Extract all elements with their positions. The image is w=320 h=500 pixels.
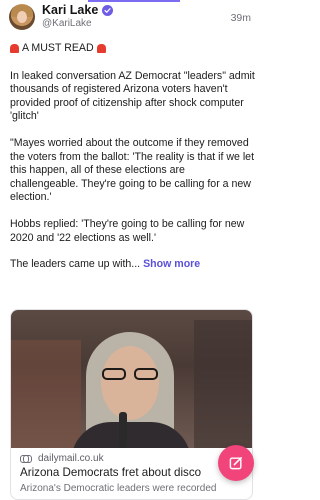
- headline-line: A MUST READ: [10, 42, 256, 56]
- paragraph-leaders: The leaders came up with... Show more: [10, 258, 256, 272]
- link-title[interactable]: Arizona Democrats fret about disco: [20, 466, 240, 479]
- author-handle[interactable]: @KariLake: [42, 18, 92, 29]
- glasses-left-lens: [102, 368, 126, 380]
- truncated-text: The leaders came up with...: [10, 258, 141, 271]
- headline-text: A MUST READ: [22, 42, 94, 54]
- author-name[interactable]: Kari Lake: [42, 3, 98, 17]
- photo-glasses: [102, 368, 158, 382]
- police-light-icon: [96, 44, 106, 54]
- link-preview-image: [11, 310, 252, 448]
- glasses-right-lens: [134, 368, 158, 380]
- link-preview-card[interactable]: dailymail.co.uk Arizona Democrats fret a…: [10, 309, 253, 500]
- show-more-link[interactable]: Show more: [143, 258, 200, 270]
- edit-icon: [229, 457, 242, 470]
- author-name-row: Kari Lake: [42, 3, 114, 17]
- link-domain-row: dailymail.co.uk: [20, 453, 104, 464]
- post-timestamp: 39m: [230, 12, 251, 24]
- paragraph-hobbs: Hobbs replied: 'They're going to be call…: [10, 217, 245, 244]
- compose-button[interactable]: [218, 445, 254, 481]
- photo-background-left: [11, 340, 81, 448]
- photo-background-right: [194, 320, 252, 448]
- link-domain: dailymail.co.uk: [38, 453, 104, 464]
- post-container: Kari Lake @KariLake 39m A MUST READ In l…: [0, 0, 263, 500]
- photo-microphone: [119, 412, 127, 448]
- avatar[interactable]: [9, 4, 35, 30]
- paragraph-mayes: "Mayes worried about the outcome if they…: [10, 136, 255, 204]
- top-accent-line: [88, 0, 180, 2]
- photo-face: [101, 346, 159, 420]
- link-description: Arizona's Democratic leaders were record…: [20, 483, 217, 494]
- post-body: A MUST READ In leaked conversation AZ De…: [10, 42, 256, 272]
- link-icon: [20, 454, 32, 463]
- police-light-icon: [10, 44, 19, 54]
- paragraph-leaked: In leaked conversation AZ Democrat "lead…: [10, 69, 255, 123]
- avatar-face: [17, 11, 27, 23]
- verified-badge-icon: [102, 4, 114, 16]
